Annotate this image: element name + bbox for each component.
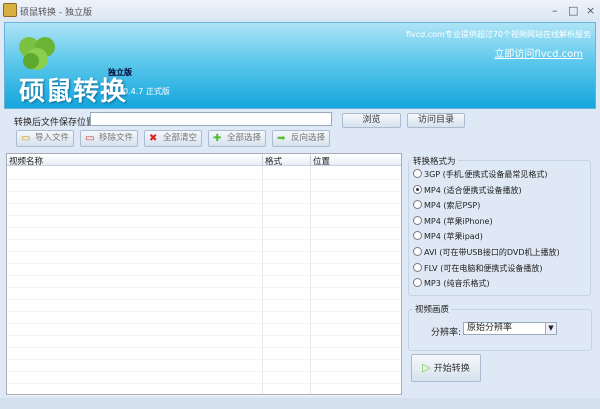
button-label: 全部清空	[163, 133, 198, 143]
table-row-line	[7, 179, 401, 180]
banner: 硕鼠转换 独立版 0.4.7 正式版 flvcd.com专业提供超过70个视频网…	[4, 22, 596, 109]
table-row-line	[7, 311, 401, 312]
table-row-line	[7, 239, 401, 240]
format-option[interactable]: MP4 (苹果ipad)	[413, 231, 483, 243]
invert-selection-button[interactable]: ➡ 反向选择	[272, 130, 330, 147]
format-option-label: 3GP (手机,便携式设备最常见格式)	[424, 170, 548, 179]
promo-text: flvcd.com专业提供超过70个视频网站在线解析服务	[405, 30, 591, 39]
button-label: 反向选择	[291, 133, 326, 143]
table-row-line	[7, 299, 401, 300]
column-header-format[interactable]: 格式	[265, 155, 282, 167]
table-row-line	[7, 263, 401, 264]
format-option-label: FLV (可在电脑和便携式设备播放)	[424, 263, 543, 273]
promo-link[interactable]: 立即访问flvcd.com	[494, 45, 583, 60]
window-title: 硕鼠转换 - 独立版	[20, 8, 92, 18]
table-row-line	[7, 335, 401, 336]
button-label: 全部选择	[227, 133, 262, 143]
clear-x-icon: ✖	[149, 133, 158, 144]
column-header-location[interactable]: 位置	[313, 155, 330, 167]
format-option[interactable]: MP3 (纯音乐格式)	[413, 278, 490, 290]
table-row-line	[7, 287, 401, 288]
resolution-select[interactable]: 原始分辨率 ▼	[463, 322, 557, 335]
button-label: 导入文件	[35, 133, 70, 143]
minimize-button[interactable]: –	[552, 4, 558, 17]
status-bar	[0, 398, 600, 409]
table-row-line	[7, 371, 401, 372]
format-option[interactable]: MP4 (索尼PSP)	[413, 200, 480, 212]
folder-remove-icon: ▭	[85, 133, 95, 144]
radio-icon[interactable]	[413, 262, 422, 272]
visit-directory-button[interactable]: 访问目录	[407, 113, 465, 128]
radio-icon[interactable]	[413, 278, 422, 288]
save-location-label: 转换后文件保存位置:	[14, 118, 99, 128]
clear-all-button[interactable]: ✖ 全部清空	[144, 130, 202, 147]
table-row-line	[7, 359, 401, 360]
browse-button[interactable]: 浏览	[342, 113, 401, 128]
table-row-line	[7, 383, 401, 384]
close-button[interactable]: ×	[586, 4, 595, 17]
version-label: 0.4.7 正式版	[123, 87, 170, 96]
format-option-label: AVI (可在带USB接口的DVD机上播放)	[424, 248, 560, 257]
resolution-value: 原始分辨率	[467, 323, 513, 333]
maximize-button[interactable]: □	[568, 4, 578, 17]
format-option[interactable]: MP4 (苹果iPhone)	[413, 215, 493, 228]
table-row-line	[7, 323, 401, 324]
resolution-label: 分辨率:	[431, 328, 462, 338]
radio-icon[interactable]	[413, 231, 422, 241]
format-option-label: MP4 (苹果iPhone)	[424, 216, 493, 226]
start-convert-button[interactable]: ▷ 开始转换	[411, 354, 481, 382]
chevron-down-icon[interactable]: ▼	[545, 323, 556, 334]
radio-icon[interactable]	[413, 215, 422, 225]
start-label: 开始转换	[433, 364, 470, 374]
radio-icon[interactable]	[413, 200, 422, 210]
table-row-line	[7, 347, 401, 348]
format-option[interactable]: AVI (可在带USB接口的DVD机上播放)	[413, 247, 560, 259]
select-all-button[interactable]: ✚ 全部选择	[208, 130, 266, 147]
import-files-button[interactable]: ▭ 导入文件	[16, 130, 74, 147]
folder-add-icon: ▭	[21, 133, 31, 144]
video-table[interactable]: 视频名称 格式 位置	[6, 153, 402, 396]
column-header-name[interactable]: 视频名称	[9, 155, 43, 167]
quality-group-title: 视频画质	[413, 303, 452, 315]
format-option[interactable]: FLV (可在电脑和便携式设备播放)	[413, 262, 543, 275]
table-header: 视频名称 格式 位置	[7, 154, 401, 167]
arrow-right-icon: ➡	[277, 133, 286, 144]
format-option[interactable]: MP4 (适合便携式设备播放)	[413, 184, 522, 197]
format-option-label: MP3 (纯音乐格式)	[424, 279, 490, 289]
format-group-title: 转换格式为	[411, 155, 458, 167]
app-icon	[3, 3, 17, 17]
table-row-line	[7, 215, 401, 216]
radio-icon[interactable]	[413, 169, 422, 178]
format-option[interactable]: 3GP (手机,便携式设备最常见格式)	[413, 169, 547, 181]
table-row-line	[7, 395, 401, 396]
plus-icon: ✚	[213, 133, 222, 144]
table-row-line	[7, 275, 401, 276]
table-row-line	[7, 251, 401, 252]
clover-logo-icon	[19, 37, 55, 70]
table-row-line	[7, 203, 401, 204]
format-option-label: MP4 (适合便携式设备播放)	[424, 185, 522, 195]
button-label: 移除文件	[99, 133, 134, 143]
edition-label: 独立版	[108, 68, 132, 77]
table-row-line	[7, 191, 401, 192]
radio-icon[interactable]	[413, 247, 422, 256]
table-row-line	[7, 227, 401, 228]
play-icon: ▷	[422, 361, 431, 374]
format-option-label: MP4 (索尼PSP)	[424, 201, 481, 211]
format-option-label: MP4 (苹果ipad)	[424, 232, 483, 242]
remove-files-button[interactable]: ▭ 移除文件	[80, 130, 138, 147]
radio-icon[interactable]	[413, 184, 422, 194]
save-location-input[interactable]	[90, 112, 332, 126]
title-bar: 硕鼠转换 - 独立版 – □ ×	[0, 0, 600, 21]
